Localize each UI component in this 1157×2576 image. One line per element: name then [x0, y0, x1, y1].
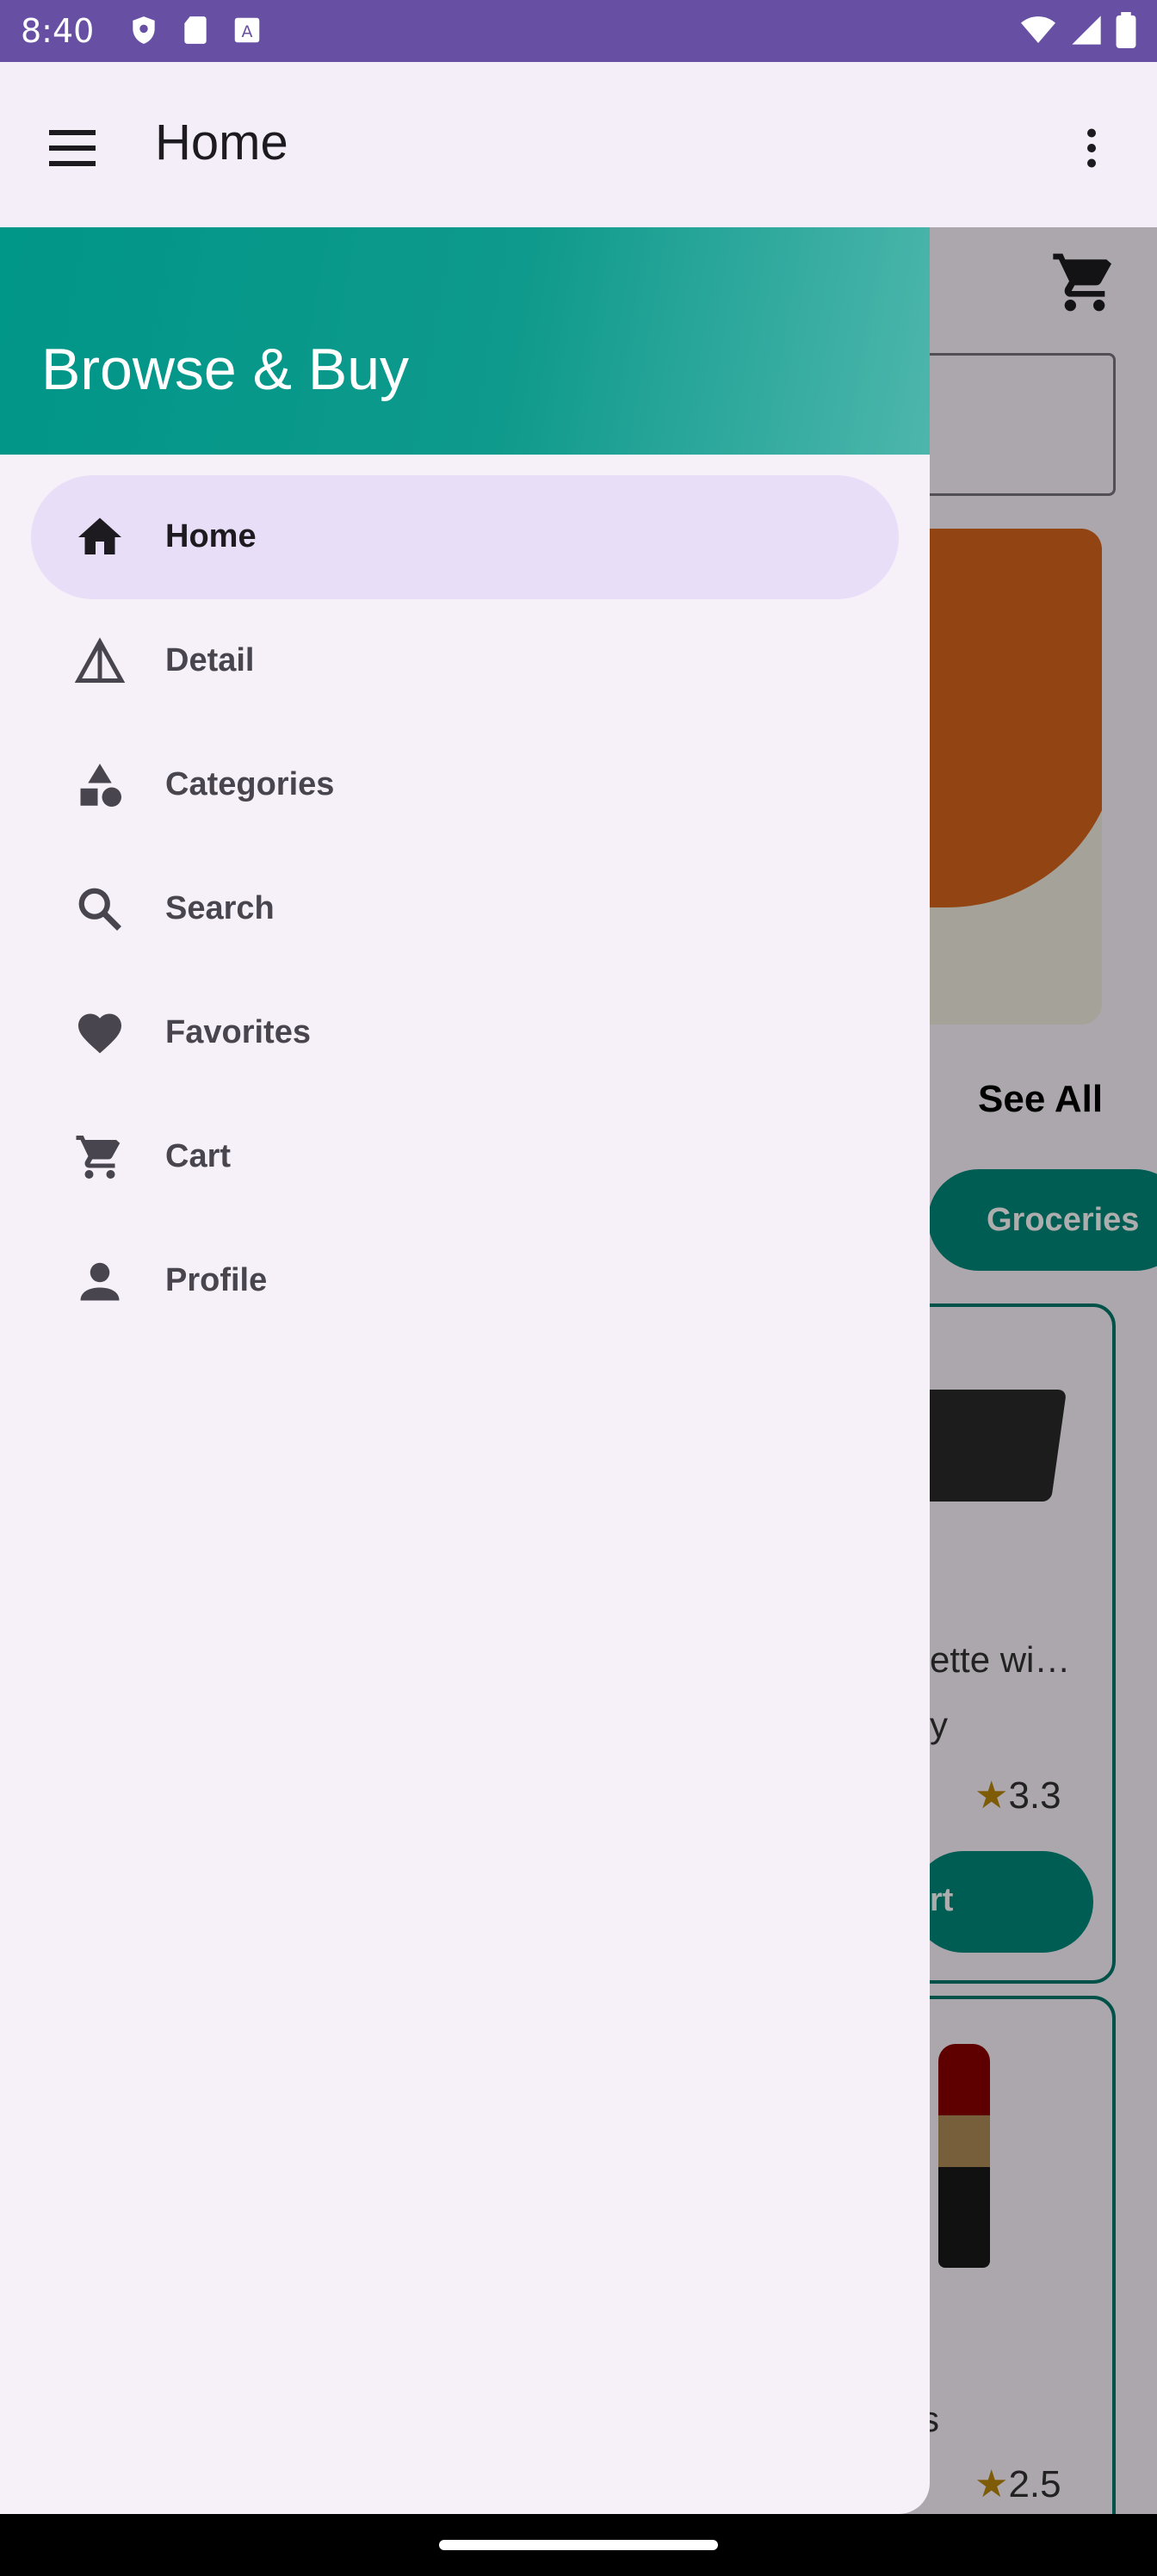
- drawer-item-home[interactable]: Home: [31, 475, 899, 599]
- drawer-item-cart[interactable]: Cart: [31, 1095, 899, 1219]
- hamburger-menu-icon[interactable]: [41, 117, 103, 179]
- drawer-item-label: Detail: [165, 642, 255, 678]
- warning-triangle-icon: [74, 637, 126, 683]
- home-icon: [78, 517, 121, 554]
- battery-icon: [1116, 12, 1136, 48]
- drawer-item-label: Profile: [165, 1262, 268, 1298]
- drawer-item-categories[interactable]: Categories: [31, 723, 899, 847]
- svg-text:A: A: [242, 22, 253, 41]
- status-time: 8:40: [21, 12, 95, 50]
- search-icon: [78, 888, 121, 931]
- drawer-item-label: Cart: [165, 1138, 232, 1174]
- drawer-item-label: Home: [165, 518, 257, 554]
- keyboard-a-icon: A: [234, 17, 260, 43]
- drawer-item-label: Categories: [165, 766, 335, 802]
- more-vert-icon[interactable]: [1066, 117, 1117, 179]
- page-title: Home: [155, 115, 288, 170]
- heart-icon: [78, 1013, 121, 1054]
- drawer-item-label: Favorites: [165, 1014, 311, 1050]
- cart-icon: [76, 1136, 121, 1179]
- signal-icon: [1072, 15, 1101, 45]
- gesture-nav-bar: [0, 2514, 1157, 2576]
- person-icon: [80, 1262, 120, 1301]
- drawer-item-detail[interactable]: Detail: [31, 599, 899, 723]
- category-shapes-icon: [80, 764, 121, 807]
- drawer-item-favorites[interactable]: Favorites: [31, 971, 899, 1095]
- wifi-icon: [1021, 16, 1055, 43]
- status-bar: 8:40 A: [0, 0, 1157, 62]
- drawer-header: Browse & Buy: [0, 227, 930, 455]
- top-app-bar: Home: [0, 62, 1157, 227]
- shield-icon: [133, 16, 155, 44]
- app-brand-title: Browse & Buy: [41, 337, 410, 402]
- drawer-item-search[interactable]: Search: [31, 847, 899, 971]
- drawer-nav-list: Home Detail Categories Search Favorites …: [31, 475, 899, 1343]
- sd-card-icon: [184, 16, 207, 44]
- drawer-item-profile[interactable]: Profile: [31, 1219, 899, 1343]
- drawer-item-label: Search: [165, 890, 275, 926]
- home-gesture-handle[interactable]: [439, 2540, 718, 2550]
- navigation-drawer: Browse & Buy Home Detail Categories Sear…: [0, 227, 930, 2514]
